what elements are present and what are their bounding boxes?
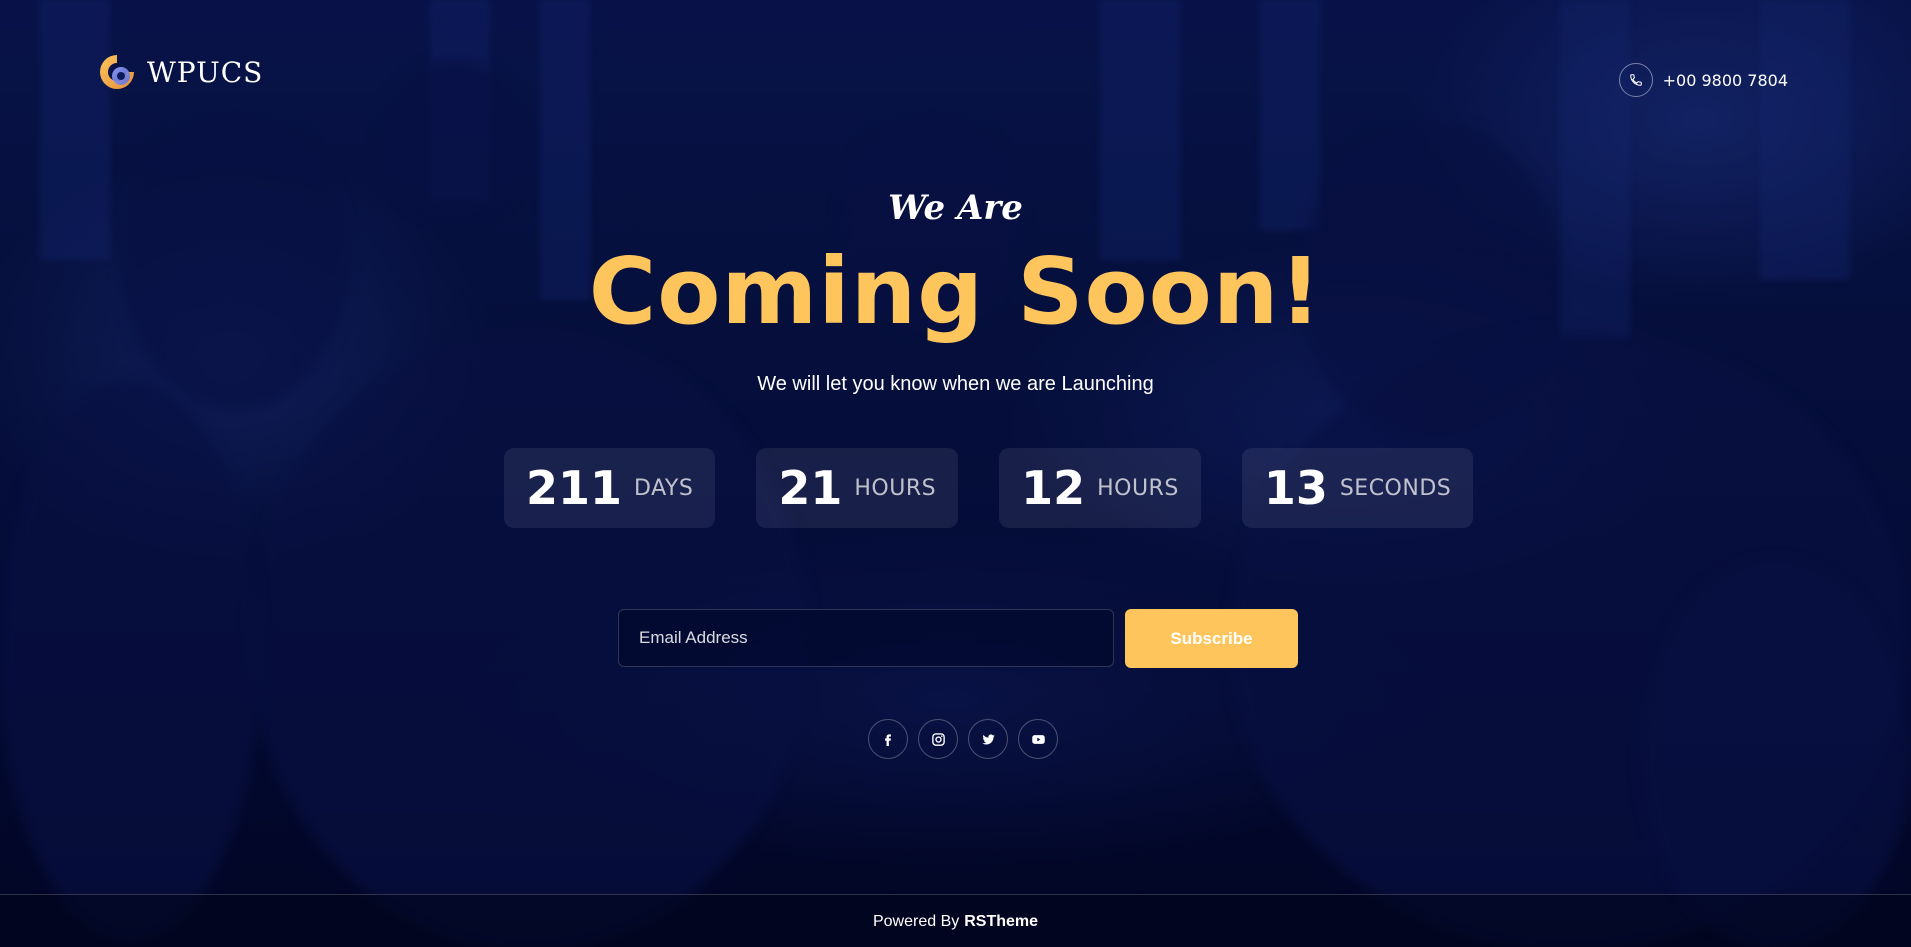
email-input[interactable] <box>618 609 1114 667</box>
phone-contact[interactable]: +00 9800 7804 <box>1618 63 1788 97</box>
page-title: Coming Soon! <box>588 238 1323 345</box>
countdown-unit: HOURS <box>1097 475 1179 501</box>
youtube-icon <box>1031 734 1045 744</box>
countdown-unit: DAYS <box>634 475 694 501</box>
youtube-link[interactable] <box>1018 719 1058 759</box>
facebook-link[interactable] <box>868 719 908 759</box>
hero-subtitle: We will let you know when we are Launchi… <box>757 373 1154 395</box>
instagram-link[interactable] <box>918 719 958 759</box>
countdown-hours: 21 HOURS <box>756 448 959 528</box>
countdown-unit: HOURS <box>854 475 937 501</box>
countdown-value: 21 <box>778 461 843 515</box>
logo-text: WPUCS <box>147 55 264 89</box>
site-logo[interactable]: WPUCS <box>97 52 263 92</box>
phone-icon <box>1618 63 1653 97</box>
countdown-unit: SECONDS <box>1339 475 1452 501</box>
twitter-link[interactable] <box>968 719 1008 759</box>
footer: Powered By RSTheme <box>0 894 1911 947</box>
subscribe-button[interactable]: Subscribe <box>1125 609 1298 668</box>
footer-brand-link[interactable]: RSTheme <box>964 913 1038 931</box>
phone-number: +00 9800 7804 <box>1662 70 1788 90</box>
social-links <box>868 719 1058 759</box>
facebook-icon <box>885 734 891 746</box>
countdown-value: 13 <box>1263 461 1328 515</box>
instagram-icon <box>931 732 945 746</box>
countdown-days: 211 DAYS <box>504 448 716 528</box>
twitter-icon <box>981 733 995 744</box>
hero-kicker: We Are <box>888 188 1023 228</box>
logo-icon <box>100 55 134 89</box>
countdown-timer: 211 DAYS 21 HOURS 12 HOURS 13 SECONDS <box>504 448 1474 528</box>
countdown-minutes: 12 HOURS <box>999 448 1201 528</box>
countdown-value: 211 <box>526 461 623 515</box>
footer-powered-by: Powered By <box>872 912 960 930</box>
countdown-seconds: 13 SECONDS <box>1241 448 1474 528</box>
countdown-value: 12 <box>1021 461 1086 515</box>
